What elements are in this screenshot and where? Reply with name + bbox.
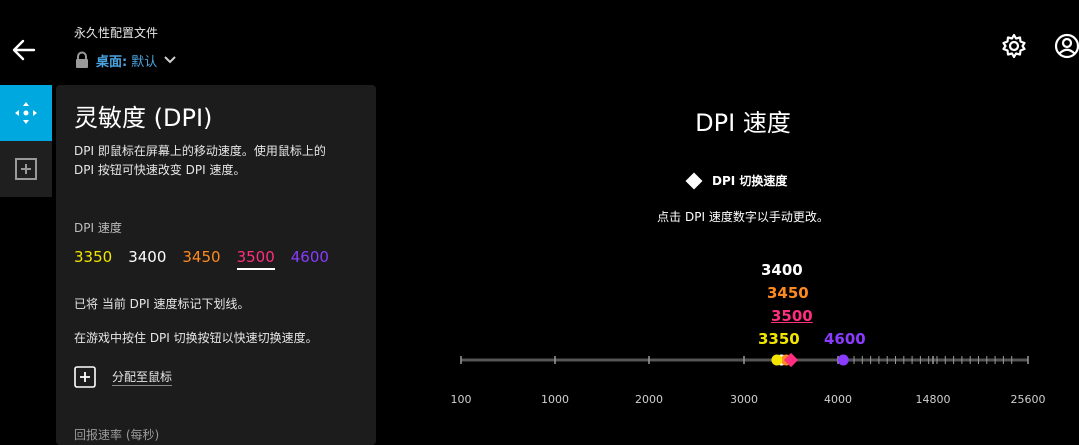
dpi-label-3450[interactable]: 3450 — [767, 284, 809, 302]
panel-title: 灵敏度 (DPI) — [74, 104, 213, 132]
dpi-marker-4600 — [837, 354, 849, 366]
profile-title: 永久性配置文件 — [74, 26, 159, 40]
dpi-speed-3400[interactable]: 3400 — [128, 248, 166, 270]
legend-label: DPI 切换速度 — [712, 174, 788, 188]
profile-label: 桌面: — [96, 54, 128, 70]
plus-square-icon — [74, 366, 96, 388]
tick-label-100: 100 — [450, 393, 472, 406]
dpi-label-3400[interactable]: 3400 — [761, 261, 803, 279]
gear-icon[interactable] — [1001, 33, 1027, 59]
tick-label-4000: 4000 — [824, 393, 852, 406]
dpi-speed-3450[interactable]: 3450 — [182, 248, 220, 270]
profile-selector[interactable]: 桌面: 默认 — [74, 49, 177, 71]
tick-label-25600: 25600 — [1010, 393, 1046, 406]
tick-label-3000: 3000 — [730, 393, 758, 406]
description-line: DPI 即鼠标在屏幕上的移动速度。使用鼠标上的 — [74, 144, 326, 158]
dpi-shift-legend: DPI 切换速度 — [685, 172, 788, 189]
nav-dpi-sensitivity[interactable] — [0, 85, 52, 141]
tick-label-14800: 14800 — [915, 393, 951, 406]
assign-label: 分配至鼠标 — [112, 370, 173, 386]
edit-hint: 点击 DPI 速度数字以手动更改。 — [657, 210, 829, 224]
panel-description: DPI 即鼠标在屏幕上的移动速度。使用鼠标上的 DPI 按钮可快速改变 DPI … — [74, 142, 370, 180]
dpi-label-3500[interactable]: 3500 — [771, 307, 813, 325]
dpi-slider[interactable] — [452, 345, 1042, 375]
back-arrow-icon[interactable] — [10, 36, 38, 64]
user-icon[interactable] — [1054, 33, 1079, 59]
diamond-icon — [685, 172, 703, 189]
plus-square-icon — [15, 158, 37, 180]
move-arrows-icon — [15, 102, 37, 124]
lock-icon — [76, 51, 88, 68]
dpi-speed-list: 3350 3400 3450 3500 4600 — [74, 248, 329, 270]
report-rate-label: 回报速率 (每秒) — [74, 428, 160, 442]
profile-value: 默认 — [131, 54, 158, 70]
tick-label-1000: 1000 — [541, 393, 569, 406]
dpi-speeds-label: DPI 速度 — [74, 221, 122, 235]
underline-note: 已将 当前 DPI 速度标记下划线。 — [74, 297, 250, 311]
dpi-speed-3500[interactable]: 3500 — [236, 248, 275, 270]
shift-note: 在游戏中按住 DPI 切换按钮以快速切换速度。 — [74, 331, 318, 345]
dpi-marker-3350 — [771, 354, 783, 366]
dpi-heading: DPI 速度 — [695, 109, 791, 137]
nav-add-button[interactable] — [0, 141, 52, 197]
dpi-speed-3350[interactable]: 3350 — [74, 248, 112, 270]
assign-to-mouse-button[interactable]: 分配至鼠标 — [74, 366, 173, 388]
tick-label-2000: 2000 — [635, 393, 663, 406]
chevron-down-icon — [164, 56, 176, 64]
description-line: DPI 按钮可快速改变 DPI 速度。 — [74, 163, 246, 177]
dpi-speed-4600[interactable]: 4600 — [291, 248, 329, 270]
